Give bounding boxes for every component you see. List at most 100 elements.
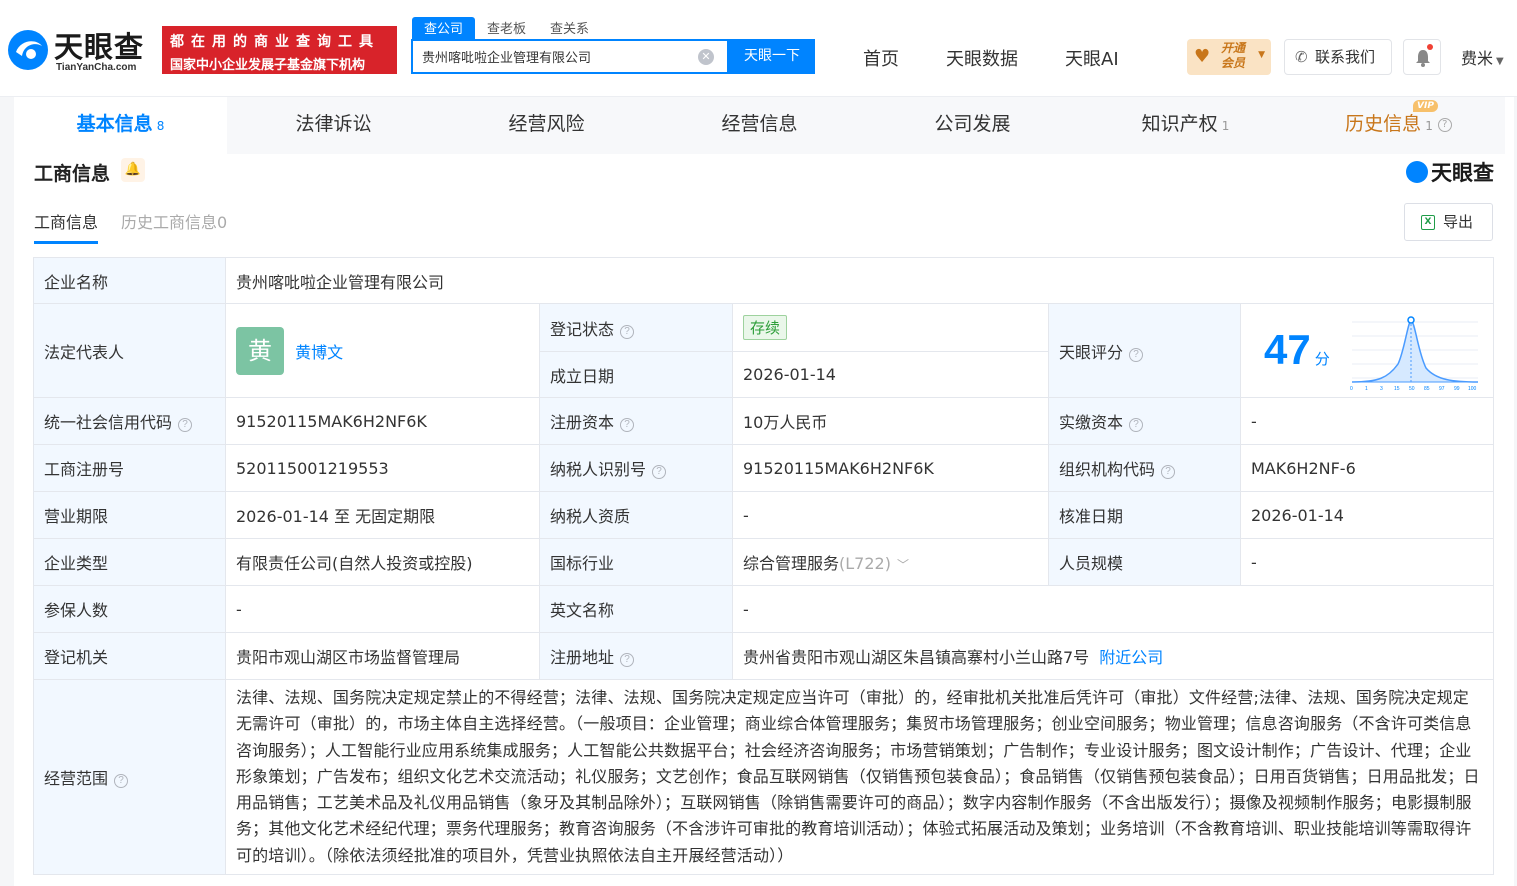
top-header: 天眼查 TianYanCha.com 都在用的商业查询工具 国家中小企业发展子基… [0, 0, 1517, 97]
logo-eye-icon [1406, 161, 1428, 183]
table-row: 企业类型 有限责任公司(自然人投资或控股) 国标行业 综合管理服务(L722) ﹀… [33, 538, 1495, 586]
org-code: MAK6H2NF-6 [1239, 444, 1495, 492]
table-row: 参保人数 - 英文名称 - [33, 585, 1495, 633]
reg-status-cell: 存续 [732, 303, 1049, 352]
tab-basic-info[interactable]: 基本信息 8 [14, 97, 227, 154]
search-box: ✕ [411, 39, 729, 74]
insured-label: 参保人数 [33, 585, 226, 633]
company-main-tabs: 基本信息 8 法律诉讼 经营风险 经营信息 公司发展 知识产权 1 VIP 历史信息… [14, 97, 1514, 154]
vip-badge: VIP [1413, 100, 1438, 112]
tax-id-label: 纳税人识别号? [539, 444, 733, 492]
status-badge: 存续 [743, 315, 788, 340]
reg-no-label: 工商注册号 [33, 444, 226, 492]
org-code-label: 组织机构代码? [1048, 444, 1241, 492]
staff: - [1239, 538, 1495, 586]
legal-rep-link[interactable]: 黄博文 [295, 343, 343, 362]
help-icon[interactable]: ? [652, 465, 667, 479]
industry-label: 国标行业 [539, 538, 733, 586]
help-icon[interactable]: ? [1437, 117, 1452, 132]
promo-banner[interactable]: 都在用的商业查询工具 国家中小企业发展子基金旗下机构 [162, 26, 397, 74]
found-date-label: 成立日期 [539, 351, 733, 398]
logo-subtext: TianYanCha.com [56, 62, 137, 73]
industry-cell[interactable]: 综合管理服务(L722) ﹀ [732, 538, 1049, 586]
paid-capital-label: 实缴资本? [1048, 397, 1241, 445]
contact-us-button[interactable]: ✆ 联系我们 [1284, 39, 1392, 75]
tab-operation[interactable]: 经营信息 [653, 97, 866, 154]
help-icon[interactable]: ? [620, 418, 635, 432]
banner-line1: 都在用的商业查询工具 [170, 34, 380, 50]
search-button[interactable]: 天眼一下 [729, 39, 815, 74]
axis-tick: 15 [1394, 386, 1400, 392]
brand-watermark: 天眼查 [1406, 157, 1494, 187]
chevron-down-icon: ﹀ [896, 558, 909, 572]
score-cell[interactable]: 47 分 0 1 3 15 50 85 97 99 100 [1239, 303, 1495, 398]
sub-tabs: 工商信息 历史工商信息0 [34, 209, 250, 244]
search-tab-relation[interactable]: 查关系 [538, 17, 601, 39]
table-row: 营业期限 2026-01-14 至 无固定期限 纳税人资质 - 核准日期 202… [33, 491, 1495, 539]
tax-qual: - [732, 491, 1049, 539]
notification-button[interactable] [1403, 39, 1441, 75]
nearby-companies-link[interactable]: 附近公司 [1099, 648, 1163, 667]
english-name-label: 英文名称 [539, 585, 733, 633]
staff-label: 人员规模 [1048, 538, 1241, 586]
table-row: 工商注册号 520115001219553 纳税人识别号? 91520115MA… [33, 444, 1495, 492]
subtab-business-info[interactable]: 工商信息 [34, 209, 99, 244]
search-tab-company[interactable]: 查公司 [412, 17, 476, 39]
business-info-table: 企业名称 贵州喀吡啦企业管理有限公司 法定代表人 黄 黄博文 登记状态? 存续 … [33, 257, 1495, 876]
reg-capital: 10万人民币 [732, 397, 1049, 445]
axis-tick: 50 [1409, 386, 1415, 392]
credit-code: 91520115MAK6H2NF6K [225, 397, 540, 445]
nav-data[interactable]: 天眼数据 [946, 45, 1018, 71]
user-menu[interactable]: 费米 ▼ [1461, 45, 1504, 69]
help-icon[interactable]: ? [1129, 418, 1144, 432]
vip-heart-icon: ♥ [1194, 46, 1211, 67]
chevron-down-icon: ▼ [1258, 50, 1265, 60]
banner-line2: 国家中小企业发展子基金旗下机构 [170, 58, 366, 73]
table-row: 经营范围? 法律、法规、国务院决定规定禁止的不得经营；法律、法规、国务院决定规定… [33, 678, 1495, 876]
approve-date-label: 核准日期 [1048, 491, 1241, 539]
found-date: 2026-01-14 [732, 351, 1049, 398]
authority: 贵阳市观山湖区市场监督管理局 [225, 632, 540, 680]
reg-no: 520115001219553 [225, 444, 540, 492]
help-icon[interactable]: ? [620, 324, 635, 339]
score-distribution-chart: 0 1 3 15 50 85 97 99 100 [1350, 316, 1479, 392]
tab-ip[interactable]: 知识产权 1 [1079, 97, 1292, 154]
top-nav: 首页 天眼数据 天眼AI [863, 45, 1166, 71]
help-icon[interactable]: ? [1129, 347, 1144, 362]
nav-ai[interactable]: 天眼AI [1065, 45, 1119, 71]
table-row: 统一社会信用代码? 91520115MAK6H2NF6K 注册资本? 10万人民… [33, 397, 1495, 445]
search-input[interactable] [413, 41, 683, 72]
approve-date: 2026-01-14 [1239, 491, 1495, 539]
tax-id: 91520115MAK6H2NF6K [732, 444, 1049, 492]
axis-tick: 1 [1365, 386, 1368, 392]
tianyancha-logo[interactable]: 天眼查 TianYanCha.com [6, 22, 156, 76]
help-icon[interactable]: ? [1161, 465, 1176, 479]
help-icon[interactable]: ? [114, 774, 129, 789]
monitor-bell-icon[interactable]: 🔔 [121, 158, 145, 182]
company-type: 有限责任公司(自然人投资或控股) [225, 538, 540, 586]
section-title: 工商信息 [34, 163, 111, 185]
help-icon[interactable]: ? [178, 418, 193, 432]
excel-icon: X [1421, 215, 1435, 230]
tab-legal[interactable]: 法律诉讼 [227, 97, 440, 154]
vip-membership-button[interactable]: ♥ 开通 会员 ▼ [1187, 39, 1271, 75]
bell-icon [1416, 50, 1430, 67]
clear-icon[interactable]: ✕ [698, 49, 714, 65]
export-button[interactable]: X 导出 [1404, 203, 1493, 241]
subtab-history-business-info[interactable]: 历史工商信息0 [121, 209, 227, 244]
axis-tick: 99 [1454, 386, 1460, 392]
axis-tick: 0 [1350, 386, 1353, 392]
term-label: 营业期限 [33, 491, 226, 539]
tab-history[interactable]: VIP 历史信息 1? [1292, 97, 1505, 154]
reg-capital-label: 注册资本? [539, 397, 733, 445]
english-name: - [731, 585, 1495, 633]
address-label: 注册地址? [539, 632, 733, 680]
type-label: 企业类型 [33, 538, 226, 586]
tab-development[interactable]: 公司发展 [866, 97, 1079, 154]
help-icon[interactable]: ? [620, 653, 635, 667]
nav-home[interactable]: 首页 [863, 45, 899, 71]
reg-status-label: 登记状态? [539, 303, 733, 352]
search-tab-boss[interactable]: 查老板 [475, 17, 538, 39]
tab-risk[interactable]: 经营风险 [440, 97, 653, 154]
contact-label: 联系我们 [1315, 48, 1376, 66]
